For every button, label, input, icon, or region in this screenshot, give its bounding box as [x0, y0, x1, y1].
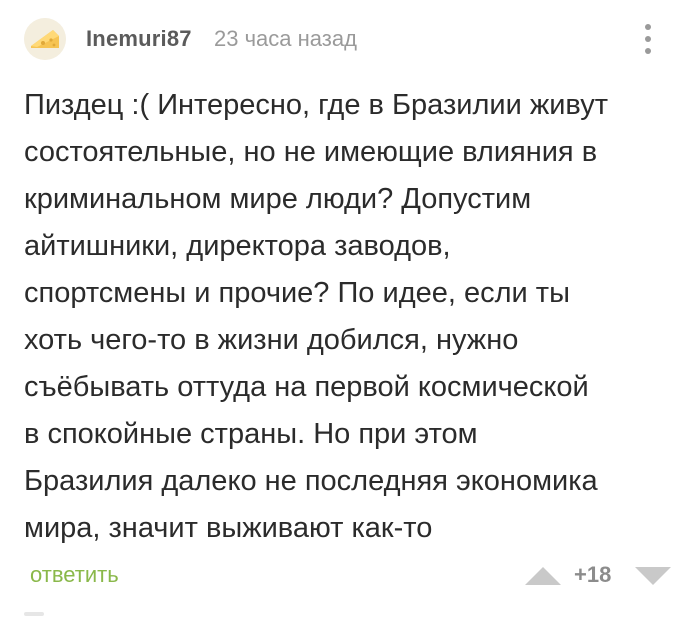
more-vertical-icon[interactable] — [636, 20, 660, 58]
more-dot — [645, 24, 651, 30]
author-name[interactable]: Inemuri87 — [86, 26, 192, 52]
more-dot — [645, 48, 651, 54]
comment-timestamp: 23 часа назад — [214, 26, 357, 51]
downvote-triangle-icon[interactable] — [634, 566, 672, 586]
more-dot — [645, 36, 651, 42]
comment-footer: ответить +18 — [24, 556, 674, 596]
cheese-avatar-icon — [24, 18, 66, 60]
comment-card: Inemuri87 23 часа назад Пиздец :( Интере… — [0, 0, 700, 620]
upvote-triangle-icon[interactable] — [524, 566, 562, 586]
comment-header: Inemuri87 23 часа назад — [24, 16, 674, 64]
comment-rating: +18 — [574, 562, 612, 587]
comment-text: Пиздец :( Интересно, где в Бразилии живу… — [24, 89, 608, 544]
avatar[interactable] — [24, 18, 66, 60]
divider — [24, 612, 44, 616]
reply-link[interactable]: ответить — [30, 562, 119, 588]
